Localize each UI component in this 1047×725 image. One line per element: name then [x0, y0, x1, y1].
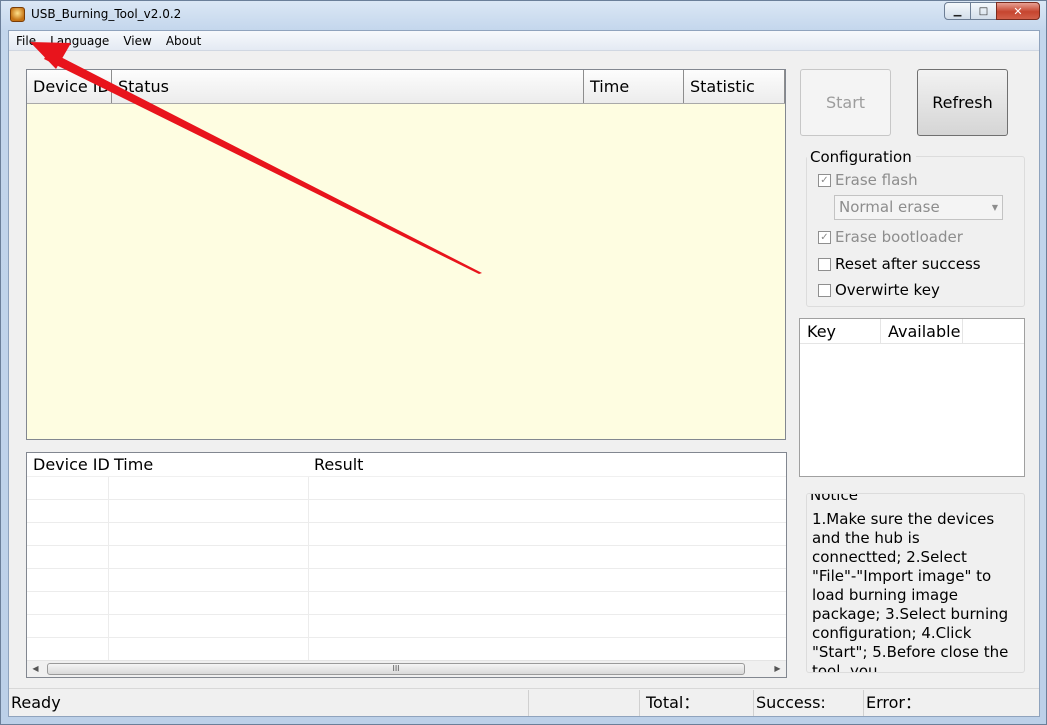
status-error: Error： — [866, 693, 922, 712]
key-list[interactable]: Key Available — [799, 318, 1025, 477]
column-divider — [108, 477, 109, 660]
maximize-button[interactable]: □ — [970, 2, 997, 20]
menu-about[interactable]: About — [159, 31, 208, 51]
start-button[interactable]: Start — [800, 69, 891, 136]
overwrite-key-checkbox[interactable]: Overwirte key — [818, 281, 940, 299]
window-title: USB_Burning_Tool_v2.0.2 — [31, 7, 182, 21]
erase-flash-label: Erase flash — [835, 171, 918, 189]
check-icon: ✓ — [818, 173, 831, 187]
title-bar[interactable]: USB_Burning_Tool_v2.0.2 ▁ □ ✕ — [1, 1, 1046, 31]
status-success: Success: — [756, 690, 864, 716]
column-status[interactable]: Status — [112, 70, 584, 103]
erase-flash-checkbox[interactable]: ✓ Erase flash — [818, 171, 918, 189]
status-state: Ready — [11, 690, 529, 716]
column-device-id[interactable]: Device ID — [27, 70, 112, 103]
column-result[interactable]: Result — [308, 453, 708, 476]
scroll-left-icon[interactable]: ◀ — [27, 661, 44, 677]
menu-bar: File Language View About — [9, 31, 1039, 51]
scroll-thumb[interactable]: III — [47, 663, 745, 675]
checkbox-box — [818, 257, 831, 271]
configuration-title: Configuration — [807, 148, 916, 166]
notice-text: 1.Make sure the devices and the hub is c… — [812, 510, 1009, 673]
status-blank — [529, 690, 640, 716]
horizontal-scrollbar[interactable]: ◀ III ▶ — [27, 660, 786, 677]
caption-buttons: ▁ □ ✕ — [944, 2, 1040, 20]
table-row[interactable] — [27, 592, 786, 615]
status-total: Total： — [646, 690, 754, 716]
table-row[interactable] — [27, 500, 786, 523]
check-icon: ✓ — [818, 230, 831, 244]
configuration-group: Configuration ✓ Erase flash Normal erase… — [806, 148, 1025, 307]
table-row[interactable] — [27, 569, 786, 592]
reset-after-success-checkbox[interactable]: Reset after success — [818, 255, 981, 273]
table-row[interactable] — [27, 546, 786, 569]
result-list-header: Device ID Time Result — [27, 453, 786, 477]
device-list-header: Device ID Status Time Statistic — [27, 70, 785, 104]
table-row[interactable] — [27, 477, 786, 500]
column-available[interactable]: Available — [881, 319, 963, 343]
overwrite-key-label: Overwirte key — [835, 281, 940, 299]
app-icon — [10, 7, 25, 22]
notice-group: Notice 1.Make sure the devices and the h… — [806, 493, 1025, 673]
device-list[interactable]: Device ID Status Time Statistic — [26, 69, 786, 440]
table-row[interactable] — [27, 638, 786, 661]
column-time[interactable]: Time — [584, 70, 684, 103]
app-window: USB_Burning_Tool_v2.0.2 ▁ □ ✕ File Langu… — [0, 0, 1047, 725]
scroll-right-icon[interactable]: ▶ — [769, 661, 786, 677]
column-statistic[interactable]: Statistic — [684, 70, 785, 103]
menu-language[interactable]: Language — [43, 31, 116, 51]
refresh-button[interactable]: Refresh — [917, 69, 1008, 136]
notice-title: Notice — [807, 494, 862, 504]
column-device-id[interactable]: Device ID — [27, 453, 110, 476]
client-area: File Language View About Device ID Statu… — [8, 30, 1040, 717]
table-row[interactable] — [27, 523, 786, 546]
column-time[interactable]: Time — [108, 453, 308, 476]
checkbox-box — [818, 283, 831, 297]
close-button[interactable]: ✕ — [996, 2, 1040, 20]
erase-mode-value: Normal erase — [839, 198, 940, 216]
table-row[interactable] — [27, 615, 786, 638]
erase-bootloader-label: Erase bootloader — [835, 228, 963, 246]
result-list[interactable]: Device ID Time Result ◀ III ▶ — [26, 452, 787, 678]
column-divider — [308, 477, 309, 660]
column-key[interactable]: Key — [800, 319, 881, 343]
menu-file[interactable]: File — [9, 31, 43, 51]
status-bar: Ready Total： Success: Error： — [9, 688, 1039, 716]
menu-view[interactable]: View — [116, 31, 158, 51]
reset-after-success-label: Reset after success — [835, 255, 981, 273]
erase-bootloader-checkbox[interactable]: ✓ Erase bootloader — [818, 228, 963, 246]
chevron-down-icon: ▼ — [991, 203, 998, 212]
key-list-header: Key Available — [800, 319, 1024, 344]
minimize-button[interactable]: ▁ — [944, 2, 971, 20]
erase-mode-select[interactable]: Normal erase ▼ — [834, 195, 1003, 220]
